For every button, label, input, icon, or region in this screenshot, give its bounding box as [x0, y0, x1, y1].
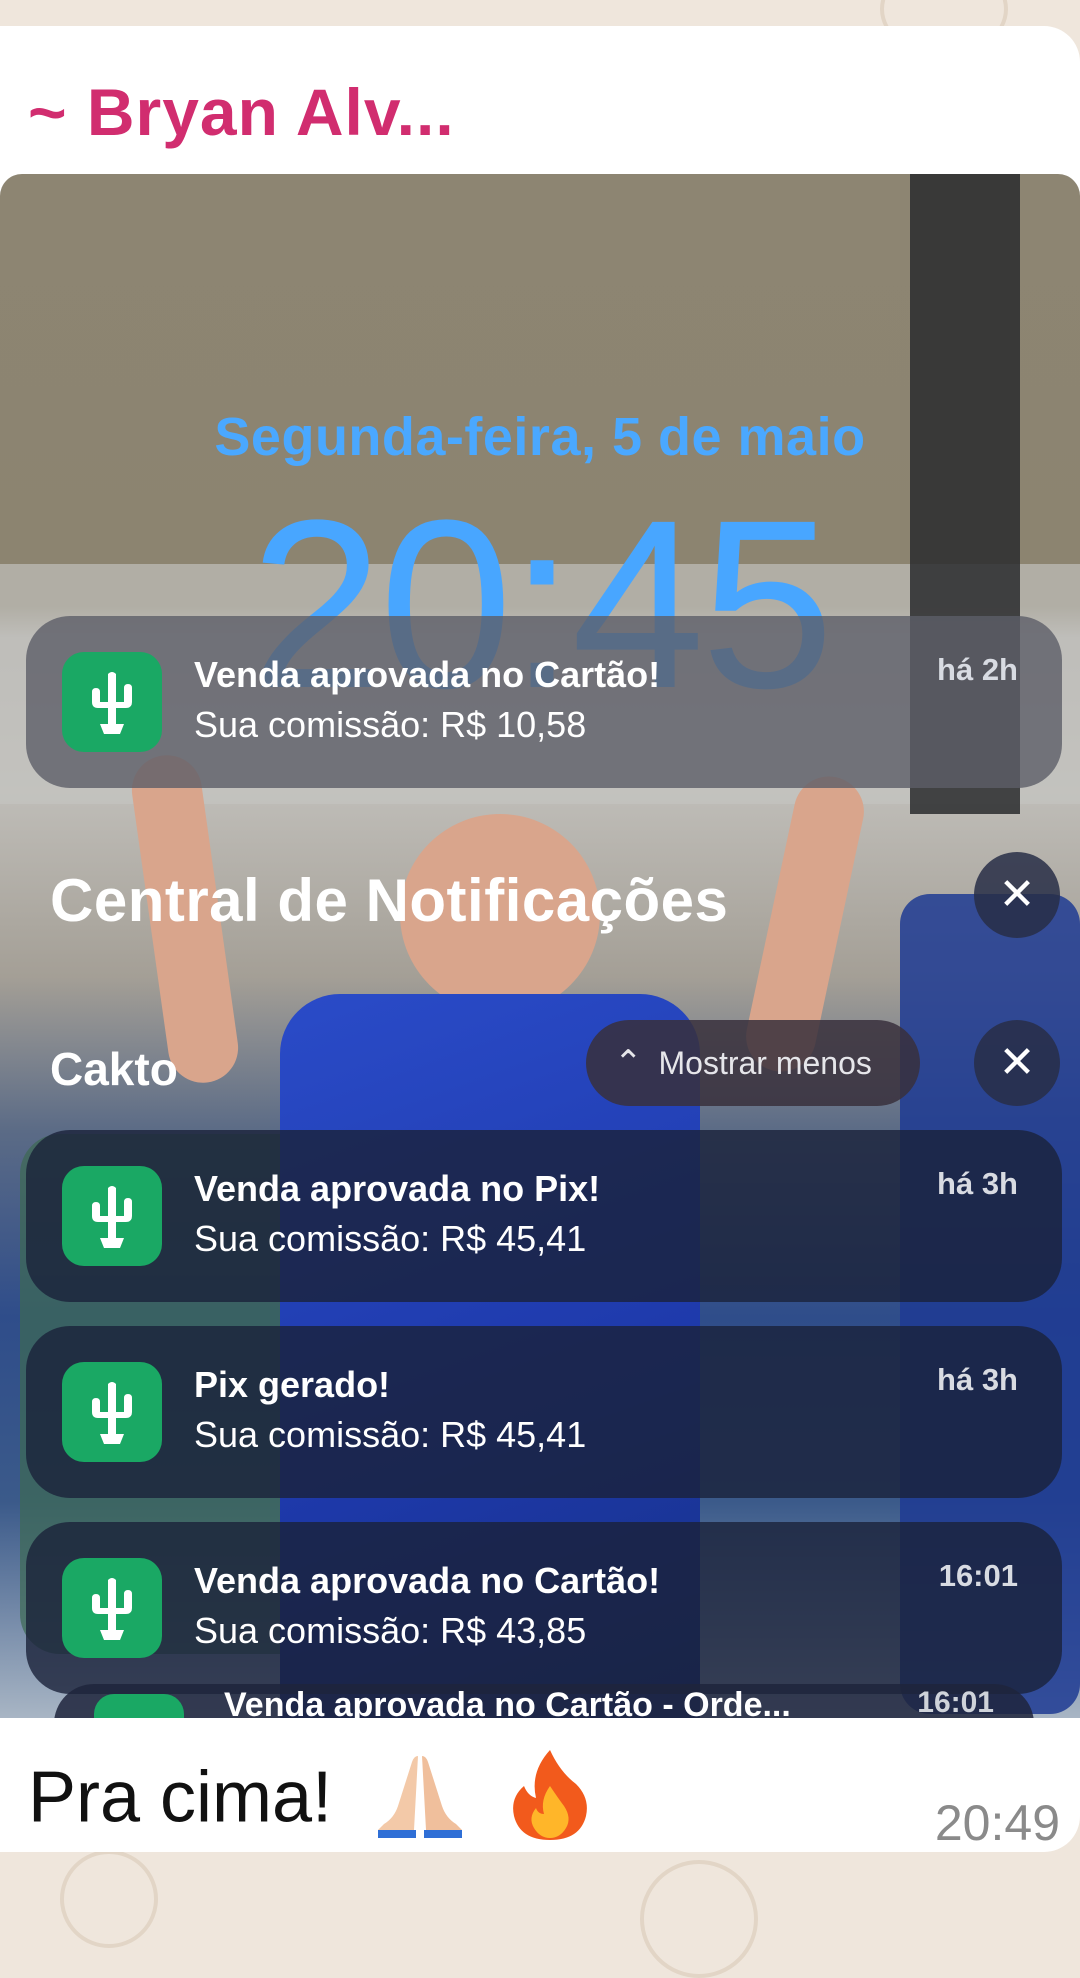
- cactus-icon: [62, 1558, 162, 1658]
- screenshot-image[interactable]: Segunda-feira, 5 de maio 20:45 Venda apr…: [0, 174, 1080, 1718]
- cactus-icon: [94, 1694, 184, 1718]
- notification-body: Sua comissão: R$ 45,41: [194, 1414, 587, 1455]
- notification-time: há 3h: [937, 1362, 1018, 1397]
- notification-card[interactable]: Venda aprovada no Pix! Sua comissão: R$ …: [26, 1130, 1062, 1302]
- caption-text: Pra cima!: [28, 1757, 333, 1838]
- cactus-icon: [62, 652, 162, 752]
- notification-body: Sua comissão: R$ 43,85: [194, 1610, 587, 1651]
- notification-card[interactable]: Venda aprovada no Cartão! Sua comissão: …: [26, 616, 1062, 788]
- notification-peek-time: 16:01: [917, 1686, 994, 1718]
- notification-card[interactable]: Pix gerado! Sua comissão: R$ 45,41 há 3h: [26, 1326, 1062, 1498]
- notification-center-title: Central de Notificações: [50, 867, 729, 934]
- notification-body: Sua comissão: R$ 45,41: [194, 1218, 587, 1259]
- cactus-icon: [62, 1362, 162, 1462]
- notification-peek[interactable]: Venda aprovada no Cartão - Orde... 16:01: [54, 1684, 1034, 1718]
- notification-title: Venda aprovada no Pix!: [194, 1168, 601, 1209]
- wallpaper-doodle: [640, 1860, 758, 1978]
- cactus-icon: [62, 1166, 162, 1266]
- show-less-label: Mostrar menos: [658, 1045, 872, 1081]
- message-caption: Pra cima!: [28, 1746, 592, 1852]
- close-icon[interactable]: ✕: [974, 852, 1060, 938]
- notification-title: Venda aprovada no Cartão!: [194, 654, 661, 695]
- chat-message-bubble[interactable]: ~ Bryan Alv... Segunda-feira, 5 de maio …: [0, 26, 1080, 1852]
- notification-title: Pix gerado!: [194, 1364, 391, 1405]
- notification-group-name: Cakto: [50, 1043, 178, 1095]
- notification-time: há 3h: [937, 1166, 1018, 1201]
- notification-time: há 2h: [937, 652, 1018, 687]
- notification-card[interactable]: Venda aprovada no Cartão! Sua comissão: …: [26, 1522, 1062, 1694]
- fire-icon: [508, 1746, 592, 1852]
- notification-time: 16:01: [938, 1558, 1018, 1593]
- notification-body: Sua comissão: R$ 10,58: [194, 704, 587, 745]
- show-less-button[interactable]: ⌃ Mostrar menos: [586, 1020, 920, 1106]
- wallpaper-doodle: [60, 1850, 158, 1948]
- message-timestamp: 20:49: [934, 1795, 1060, 1851]
- sender-name[interactable]: ~ Bryan Alv...: [28, 74, 455, 150]
- folded-hands-icon: [372, 1746, 468, 1852]
- chevron-up-icon: ⌃: [614, 1044, 643, 1082]
- notification-peek-title: Venda aprovada no Cartão - Orde...: [224, 1686, 791, 1718]
- lockscreen-date: Segunda-feira, 5 de maio: [214, 407, 866, 467]
- notification-title: Venda aprovada no Cartão!: [194, 1560, 661, 1601]
- close-group-icon[interactable]: ✕: [974, 1020, 1060, 1106]
